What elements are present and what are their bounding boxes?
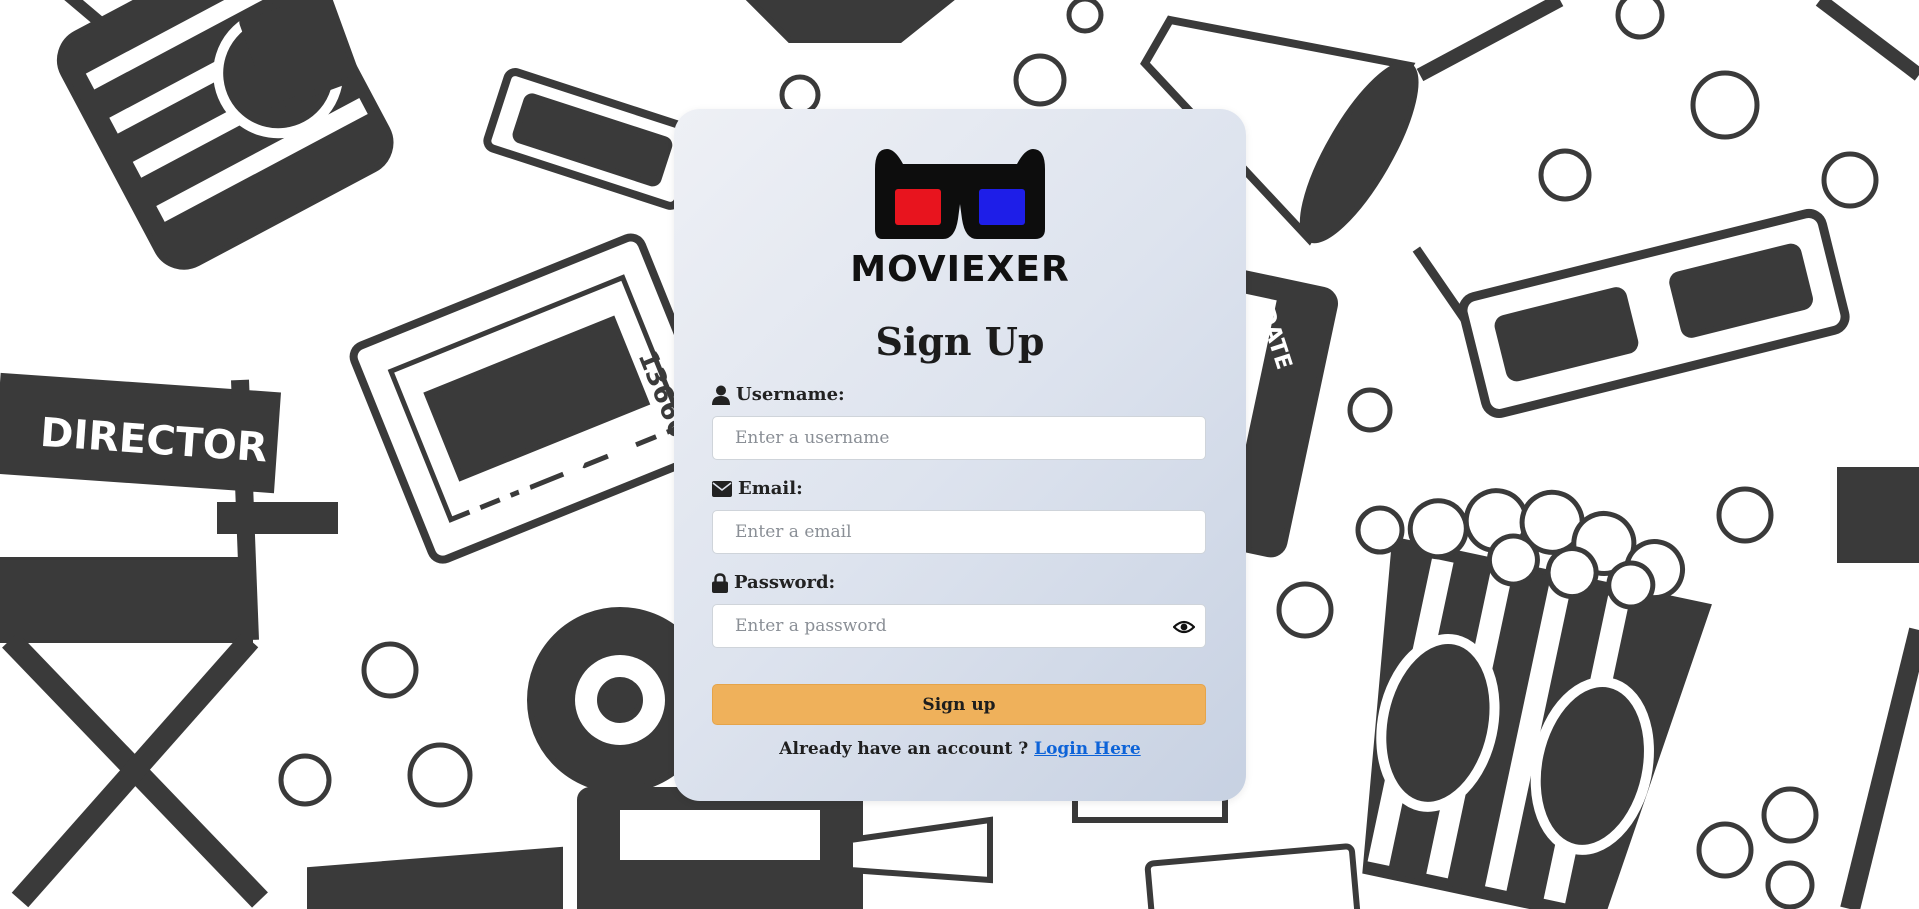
username-label-text: Username: (736, 384, 845, 405)
lens-right (979, 189, 1025, 225)
email-field-box (712, 510, 1206, 554)
lock-icon (712, 572, 728, 593)
username-field-box (712, 416, 1206, 460)
eye-icon[interactable] (1173, 617, 1195, 637)
password-field-box (712, 604, 1206, 648)
login-prompt-text: Already have an account ? (779, 739, 1035, 759)
email-label: Email: (712, 478, 803, 499)
user-icon (712, 385, 730, 405)
brand-name: MOVIEXER (850, 249, 1070, 290)
email-label-text: Email: (738, 478, 803, 499)
lens-left (895, 189, 941, 225)
password-label: Password: (712, 572, 835, 593)
signup-card: MOVIEXER Sign Up Username: Email: Passwo… (674, 109, 1246, 801)
signup-button[interactable]: Sign up (712, 684, 1206, 725)
login-prompt: Already have an account ? Login Here (674, 739, 1246, 759)
login-link[interactable]: Login Here (1034, 739, 1141, 759)
page-title: Sign Up (875, 319, 1045, 364)
password-input[interactable] (713, 605, 1205, 647)
envelope-icon (712, 480, 732, 497)
moviexer-logo (875, 149, 1045, 239)
password-label-text: Password: (734, 572, 836, 593)
username-input[interactable] (713, 417, 1205, 459)
email-input[interactable] (713, 511, 1205, 553)
username-label: Username: (712, 384, 845, 405)
